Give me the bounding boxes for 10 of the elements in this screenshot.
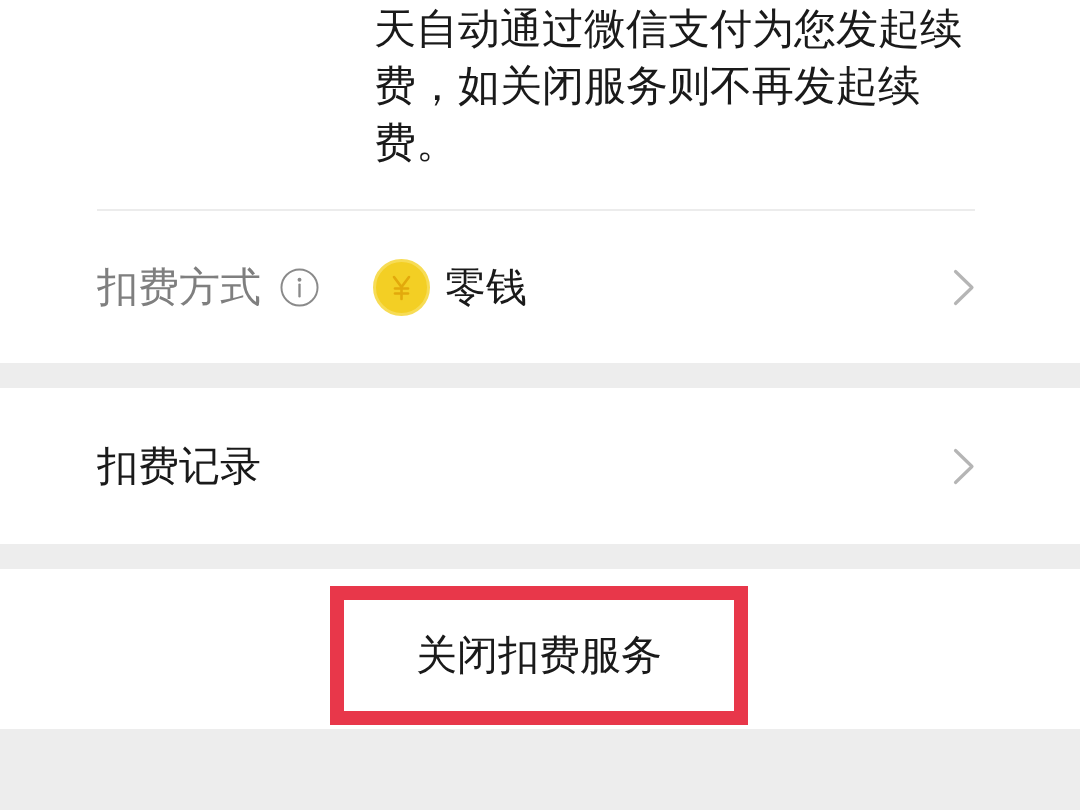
chevron-right-icon <box>953 268 975 306</box>
description-text: 天自动通过微信支付为您发起续费，如关闭服务则不再发起续费。 <box>374 3 963 169</box>
info-icon[interactable] <box>280 267 319 307</box>
deduction-records-label: 扣费记录 <box>97 441 261 491</box>
close-service-button[interactable]: 关闭扣费服务 <box>330 586 748 725</box>
yen-coin-icon <box>373 258 430 316</box>
payment-method-label: 扣费方式 <box>97 262 261 312</box>
payment-method-value: 零钱 <box>445 262 527 312</box>
deduction-records-item[interactable]: 扣费记录 <box>0 388 1080 544</box>
chevron-right-icon <box>953 447 975 485</box>
